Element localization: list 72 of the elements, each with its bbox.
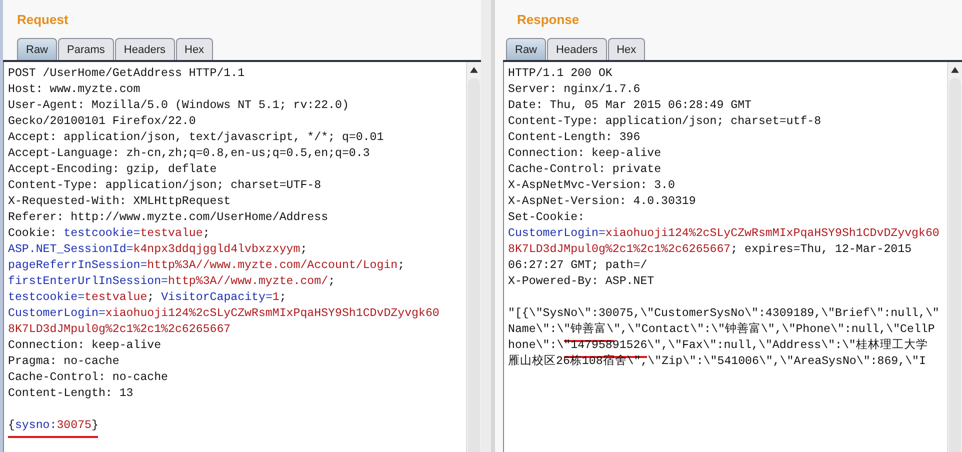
tab[interactable]: Headers [114,38,174,60]
scrollbar[interactable] [466,62,481,452]
code-text: Gecko/20100101 Firefox/22.0 [8,114,196,130]
tab[interactable]: Hex [176,38,214,60]
code-text: ; [147,290,156,306]
code-text: Content-Type: application/json; charset=UTF-8 [8,178,322,194]
tab[interactable]: Headers [547,38,607,60]
code-text: POST /UserHome/GetAddress HTTP/1.1 [8,66,245,82]
code-text: ",\"Contact\":\"钟善富\",\"Phone\":null,\"CellP [614,322,935,338]
panel-title: Response [516,11,580,29]
code-text: X-AspNet-Version: 4.0.30319 [508,194,696,210]
code-text: ; expires=Thu, 12-Mar-2015 [730,242,912,258]
code-text: Accept: application/json, text/javascript, */*; q=0.01 [8,130,384,146]
code-text: firstEnterUrlInSession= [8,274,168,290]
code-text: ; [300,242,308,258]
code-text: Host: www.myzte.com [8,82,140,98]
code-text: ; [398,258,405,274]
code-text: Connection: keep-alive [508,146,662,162]
code-text: testcookie= [64,226,140,242]
code-text: Accept-Encoding: gzip, deflate [8,162,217,178]
code-text: VisitorCapacity= [161,290,272,306]
code-text: Content-Length: 13 [8,386,134,402]
code-text: ASP.NET_SessionId= [8,242,134,258]
panel-title: Request [16,11,70,29]
code-text: xiaohuoji124%2cSLyCZwRsmMIxPqaHSY9Sh1CDvDZyvgk60 [605,226,940,242]
code-text: 8K7LD3dJMpul0g%2c1%2c1%2c6265667 [508,242,731,258]
code-text: Date: Thu, 05 Mar 2015 06:28:49 GMT [508,98,752,114]
code-text: "[{\"SysNo\":30075,\"CustomerSysNo\":4309189,\"Brief\":null,\" [508,306,940,322]
tab[interactable]: Hex [608,38,646,60]
code-text: http%3A//www.myzte.com/ [168,274,328,290]
code-text: Server: nginx/1.7.6 [508,82,640,98]
code-text: CustomerLogin= [508,226,606,242]
code-text: Content-Length: 396 [508,130,640,146]
code-text: hone\":\ [508,338,564,354]
code-text: User-Agent: Mozilla/5.0 (Windows NT 5.1; rv:22.0) [8,98,349,114]
scroll-up-icon[interactable] [469,66,479,74]
tab[interactable]: Raw [17,38,58,60]
tab[interactable]: Raw [506,38,546,60]
code-text: ; [328,274,336,290]
code-text: 30075 [56,418,92,438]
code-text: testcookie= [8,290,85,306]
code-text: HTTP/1.1 200 OK [508,66,612,82]
code-text: Connection: keep-alive [8,338,162,354]
scrollbar[interactable] [947,62,962,452]
code-text: 06:27:27 GMT; path=/ [508,258,648,274]
code-text: testvalue [84,290,148,306]
code-text: Cache-Control: no-cache [8,370,168,386]
tab[interactable]: Params [58,38,114,60]
code-text: http%3A//www.myzte.com/Account/Login [147,258,398,274]
code-text: X-Requested-With: XMLHttpRequest [8,194,231,210]
code-text: Cookie: [8,226,58,242]
code-text: ; [202,226,210,242]
code-text: testvalue [140,226,203,242]
code-text: Pragma: no-cache [8,354,120,370]
code-text: Name\":\ [508,322,564,338]
code-text: \",\"Fax\":null,\"Address\":\"桂林理工大学 [647,338,928,354]
code-text: X-Powered-By: ASP.NET [508,274,654,290]
code-text: 1 [272,290,280,306]
code-text: pageReferrInSession= [8,258,148,274]
code-text: Cache-Control: private [508,162,662,178]
scroll-up-icon[interactable] [950,66,960,74]
code-text: CustomerLogin= [8,306,106,322]
code-text: X-AspNetMvc-Version: 3.0 [508,178,675,194]
code-text: Accept-Language: zh-cn,zh;q=0.8,en-us;q=0.5,en;q=0.3 [8,146,370,162]
code-text: Content-Type: application/json; charset=utf-8 [508,114,822,130]
code-text: Referer: http://www.myzte.com/UserHome/Address [8,210,328,226]
code-text: ; [279,290,286,306]
code-text: xiaohuoji124%2cSLyCZwRsmMIxPqaHSY9Sh1CDvDZyvgk60 [105,306,440,322]
code-text: Set-Cookie: [508,210,585,226]
code-text: 8K7LD3dJMpul0g%2c1%2c1%2c6265667 [8,322,231,338]
code-text: k4npx3ddqjggld4lvbxzxyym [133,242,300,258]
text-area[interactable] [503,62,962,452]
